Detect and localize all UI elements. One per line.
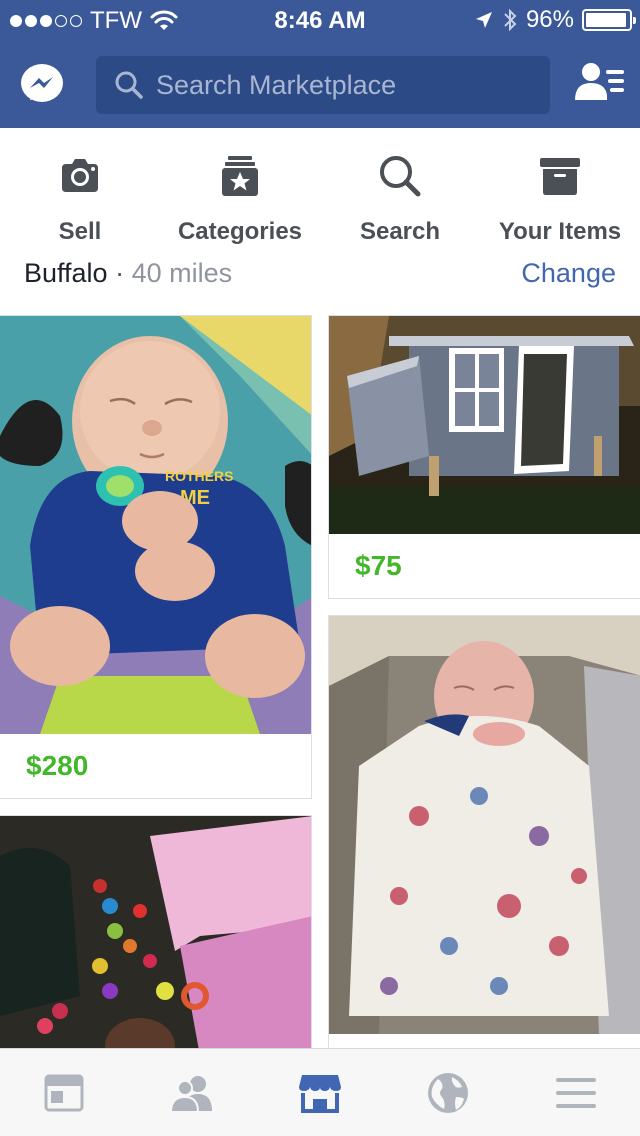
tab-menu[interactable] xyxy=(512,1049,640,1136)
listing-photo xyxy=(0,816,311,1054)
search-icon xyxy=(380,156,421,197)
search-icon xyxy=(115,71,143,99)
listing-photo: ROTHERS ME xyxy=(0,316,311,734)
search-bar[interactable] xyxy=(96,56,550,114)
categories-icon xyxy=(222,156,258,196)
tab-notifications[interactable] xyxy=(384,1049,512,1136)
tab-news-feed[interactable] xyxy=(0,1049,128,1136)
categories-button[interactable]: Categories xyxy=(160,128,320,263)
friend-requests-icon[interactable] xyxy=(574,60,626,106)
marketplace-icon xyxy=(299,1075,341,1113)
battery-icon xyxy=(582,9,636,31)
location-separator: · xyxy=(115,258,125,288)
listing-price: $75 xyxy=(355,550,402,581)
tab-marketplace[interactable] xyxy=(256,1049,384,1136)
box-icon xyxy=(540,158,580,195)
listing-card[interactable]: ROTHERS ME $280 xyxy=(0,315,312,799)
camera-icon xyxy=(62,159,98,192)
status-bar: TFW 8:46 AM 96% xyxy=(0,0,640,40)
battery-fill xyxy=(586,13,627,27)
top-bar: TFW 8:46 AM 96% xyxy=(0,0,640,128)
marketplace-actions: Sell Categories Search Your Items xyxy=(0,128,640,264)
tab-friends[interactable] xyxy=(128,1049,256,1136)
listing-photo xyxy=(329,616,640,1034)
svg-text:ROTHERS: ROTHERS xyxy=(165,468,233,484)
location-text: Buffalo · 40 miles xyxy=(24,258,232,289)
search-button[interactable]: Search xyxy=(320,128,480,263)
your-items-label: Your Items xyxy=(498,218,622,245)
categories-label: Categories xyxy=(177,218,303,245)
bluetooth-icon xyxy=(504,8,517,32)
sell-label: Sell xyxy=(58,218,102,245)
globe-icon xyxy=(428,1073,468,1113)
search-input[interactable] xyxy=(156,69,536,101)
listing-photo xyxy=(329,316,640,534)
bottom-tab-bar xyxy=(0,1048,640,1136)
friends-icon xyxy=(169,1076,212,1113)
listing-card[interactable] xyxy=(328,615,640,1055)
menu-icon xyxy=(556,1078,596,1108)
your-items-button[interactable]: Your Items xyxy=(480,128,640,263)
location-row: Buffalo · 40 miles Change xyxy=(0,256,640,296)
news-feed-icon xyxy=(44,1074,84,1112)
listing-card[interactable] xyxy=(0,815,312,1055)
sell-button[interactable]: Sell xyxy=(0,128,160,263)
messenger-icon[interactable] xyxy=(20,62,64,106)
location-distance: 40 miles xyxy=(131,258,233,288)
status-right: 96% xyxy=(474,6,636,34)
location-arrow-icon xyxy=(475,12,492,28)
battery-percent: 96% xyxy=(525,6,574,33)
change-location-link[interactable]: Change xyxy=(521,258,616,289)
location-city: Buffalo xyxy=(24,258,108,288)
search-label: Search xyxy=(359,218,441,245)
listing-price: $280 xyxy=(26,750,89,781)
listing-card[interactable]: $75 xyxy=(328,315,640,599)
